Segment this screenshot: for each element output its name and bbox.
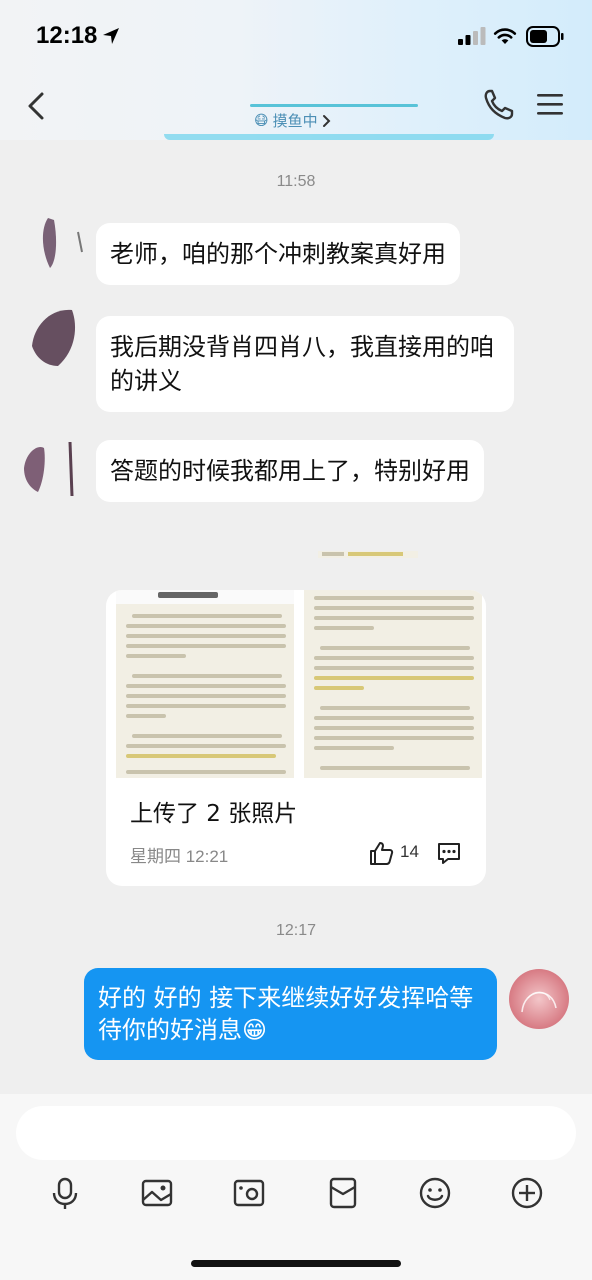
status-emoji: 😷 [254,112,269,129]
sender-avatar[interactable] [20,436,82,498]
status-bar: 12:18 [0,0,592,74]
outgoing-message[interactable]: 好的 好的 接下来继续好好发挥哈等待你的好消息😁 [84,968,497,1060]
header-glow [164,134,494,140]
message-input[interactable] [16,1106,576,1160]
timestamp: 11:58 [276,173,316,190]
sender-avatar[interactable] [28,212,90,274]
comment-icon[interactable] [436,840,462,866]
album-date: 星期四 12:21 [130,847,229,866]
image-icon[interactable] [140,1176,174,1210]
album-title: 上传了 2 张照片 [130,801,298,827]
contact-status[interactable]: 😷 摸鱼中 [254,110,332,131]
plus-icon[interactable] [510,1176,544,1210]
thumbs-up-icon[interactable] [368,840,394,866]
timestamp: 12:17 [275,922,317,939]
phone-icon[interactable] [482,88,514,122]
back-icon[interactable] [22,88,54,124]
status-text: 摸鱼中 [272,112,318,130]
location-arrow-icon [103,28,119,44]
album-photo[interactable] [116,590,294,778]
red-packet-icon[interactable] [326,1176,360,1210]
sender-avatar[interactable] [28,306,90,368]
status-time: 12:18 [36,22,98,49]
emoji-icon[interactable] [418,1176,452,1210]
home-indicator[interactable] [191,1260,401,1267]
incoming-message[interactable]: 我后期没背肖四肖八，我直接用的咱的讲义 [96,316,514,412]
camera-icon[interactable] [232,1176,266,1210]
incoming-message[interactable]: 老师，咱的那个冲刺教案真好用 [96,223,460,285]
image-fragment [318,551,418,558]
cellular-signal-icon [458,27,486,45]
chevron-right-icon [322,114,331,127]
album-photo[interactable] [304,590,482,778]
wifi-icon [493,28,517,44]
battery-icon [526,26,564,47]
like-count: 14 [400,842,419,861]
photo-album-card[interactable]: 上传了 2 张照片 星期四 12:21 14 [106,590,486,886]
chat-header: 😷 摸鱼中 [0,74,592,140]
my-avatar[interactable] [508,968,570,1030]
contact-name-redacted[interactable] [250,104,418,107]
input-area [0,1094,592,1280]
menu-icon[interactable] [534,90,566,118]
microphone-icon[interactable] [48,1176,82,1210]
incoming-message[interactable]: 答题的时候我都用上了，特别好用 [96,440,484,502]
